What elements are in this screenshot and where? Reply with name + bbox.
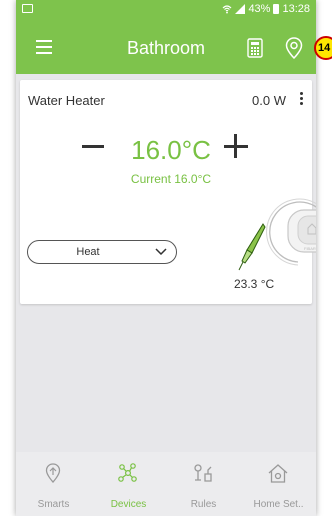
signal-icon xyxy=(235,4,246,14)
chevron-down-icon xyxy=(155,248,167,256)
nav-item-devices[interactable]: Devices xyxy=(91,452,166,516)
nav-item-rules[interactable]: Rules xyxy=(166,452,241,516)
mode-selected-value: Heat xyxy=(76,246,100,258)
rules-icon xyxy=(194,464,212,482)
location-pin-icon[interactable] xyxy=(285,37,303,59)
nav-label-smarts: Smarts xyxy=(37,499,70,510)
status-bar: 43% 13:28 xyxy=(16,0,316,20)
home-settings-icon xyxy=(268,464,288,483)
decrease-temp-button[interactable] xyxy=(82,134,104,158)
status-indicators: 43% 13:28 xyxy=(222,3,310,15)
top-bar: 43% 13:28 Bathroom xyxy=(16,0,316,74)
notification-image-icon xyxy=(22,4,33,13)
step-badge: 14 xyxy=(314,36,332,60)
clock: 13:28 xyxy=(282,3,310,15)
battery-percent: 43% xyxy=(248,3,271,15)
mode-dropdown[interactable]: Heat xyxy=(27,240,177,264)
nav-item-smarts[interactable]: Smarts xyxy=(16,452,91,516)
calculator-icon[interactable] xyxy=(247,38,263,58)
probe-temperature: 23.3 °C xyxy=(234,277,275,291)
phone-screen: 43% 13:28 Bathroom Water Heater 0.0 W 16… xyxy=(16,0,316,516)
page-title: Bathroom xyxy=(126,38,206,58)
app-bar: Bathroom xyxy=(16,26,316,70)
devices-icon xyxy=(118,463,137,482)
smarts-icon xyxy=(45,463,61,483)
more-options-icon[interactable] xyxy=(300,92,304,108)
nav-item-home-settings[interactable]: Home Set.. xyxy=(241,452,316,516)
power-reading: 0.0 W xyxy=(252,93,286,108)
nav-label-devices: Devices xyxy=(110,499,147,510)
wifi-icon xyxy=(223,5,232,14)
svg-text:FIBARO: FIBARO xyxy=(304,246,316,251)
nav-label-home-settings: Home Set.. xyxy=(253,499,304,510)
device-card[interactable]: Water Heater 0.0 W 16.0°C Current 16.0°C… xyxy=(20,80,316,304)
water-heater-device-image: FIBARO xyxy=(266,198,316,266)
device-name: Water Heater xyxy=(28,93,105,108)
setpoint-temperature: 16.0°C xyxy=(131,135,211,165)
nav-label-rules: Rules xyxy=(190,499,217,510)
current-temperature: Current 16.0°C xyxy=(130,172,212,186)
bottom-nav: Smarts Devices Rules Home Set.. xyxy=(16,452,316,516)
battery-icon xyxy=(273,4,280,14)
increase-temp-button[interactable] xyxy=(224,134,248,158)
temperature-probe-icon xyxy=(238,223,266,271)
